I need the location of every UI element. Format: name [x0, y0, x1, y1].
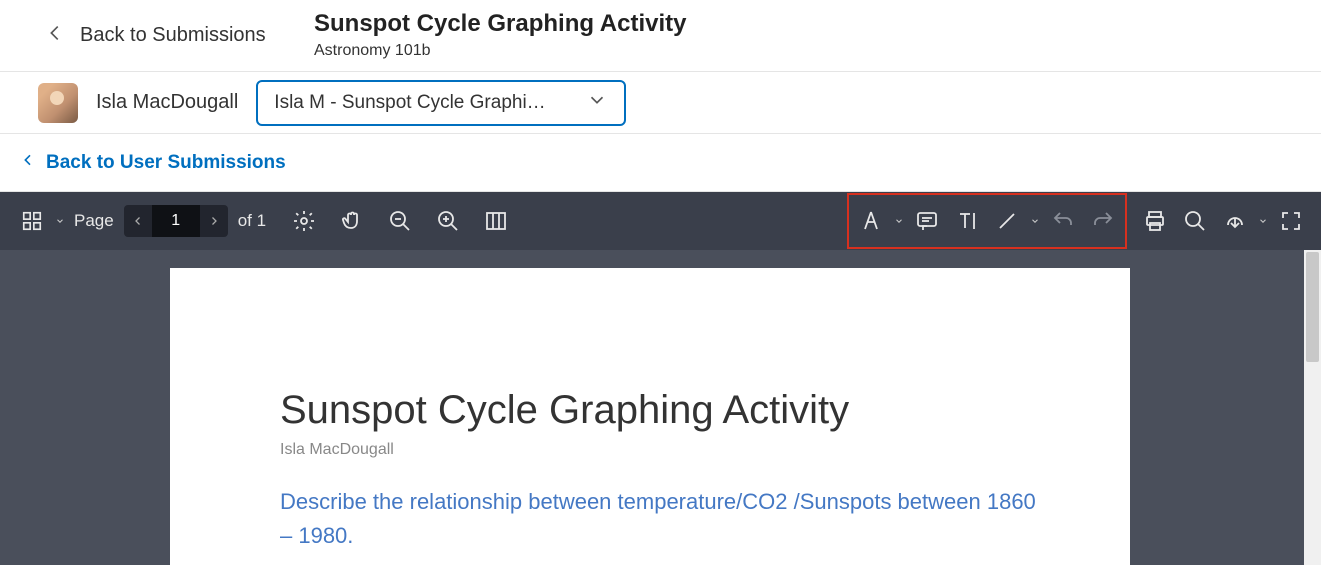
download-dropdown[interactable]: [1255, 216, 1271, 226]
chevron-left-icon: [20, 152, 36, 173]
page-layout-button[interactable]: [476, 201, 516, 241]
document-title: Sunspot Cycle Graphing Activity: [280, 388, 1040, 433]
scrollbar-thumb[interactable]: [1306, 252, 1319, 362]
page-subtitle: Astronomy 101b: [314, 42, 1321, 60]
user-name: Isla MacDougall: [96, 91, 238, 114]
settings-button[interactable]: [284, 201, 324, 241]
back-to-submissions-link[interactable]: Back to Submissions: [0, 0, 300, 71]
page-title: Sunspot Cycle Graphing Activity: [314, 10, 1321, 38]
document-author: Isla MacDougall: [280, 441, 1040, 459]
page-nav: [124, 205, 228, 237]
measure-button[interactable]: [851, 201, 891, 241]
submission-select-value: Isla M - Sunspot Cycle Graphi…: [274, 92, 545, 114]
title-block: Sunspot Cycle Graphing Activity Astronom…: [300, 0, 1321, 60]
pdf-toolbar: Page of 1: [0, 192, 1321, 250]
avatar: [38, 83, 78, 123]
comment-button[interactable]: [907, 201, 947, 241]
back-label: Back to Submissions: [80, 24, 266, 47]
back-to-user-submissions-link[interactable]: Back to User Submissions: [46, 152, 286, 174]
line-annotation-dropdown[interactable]: [1027, 216, 1043, 226]
annotation-tools-highlight: [847, 193, 1127, 249]
print-button[interactable]: [1135, 201, 1175, 241]
submission-select[interactable]: Isla M - Sunspot Cycle Graphi…: [256, 80, 626, 126]
measure-dropdown[interactable]: [891, 216, 907, 226]
document-viewer[interactable]: Sunspot Cycle Graphing Activity Isla Mac…: [0, 250, 1321, 565]
zoom-out-button[interactable]: [380, 201, 420, 241]
grid-view-dropdown[interactable]: [52, 216, 68, 226]
scrollbar[interactable]: [1304, 250, 1321, 565]
fullscreen-button[interactable]: [1271, 201, 1311, 241]
page-number-input[interactable]: [152, 205, 200, 237]
chevron-down-icon: [586, 89, 608, 116]
page-of-label: of 1: [238, 211, 266, 231]
document-body: Describe the relationship between temper…: [280, 485, 1040, 553]
search-button[interactable]: [1175, 201, 1215, 241]
pan-button[interactable]: [332, 201, 372, 241]
next-page-button[interactable]: [200, 205, 228, 237]
grid-view-button[interactable]: [12, 201, 52, 241]
prev-page-button[interactable]: [124, 205, 152, 237]
line-annotation-button[interactable]: [987, 201, 1027, 241]
chevron-left-icon: [44, 22, 66, 50]
page-label: Page: [74, 211, 114, 231]
undo-button[interactable]: [1043, 201, 1083, 241]
zoom-in-button[interactable]: [428, 201, 468, 241]
text-annotation-button[interactable]: [947, 201, 987, 241]
redo-button[interactable]: [1083, 201, 1123, 241]
download-button[interactable]: [1215, 201, 1255, 241]
document-page: Sunspot Cycle Graphing Activity Isla Mac…: [170, 268, 1130, 565]
